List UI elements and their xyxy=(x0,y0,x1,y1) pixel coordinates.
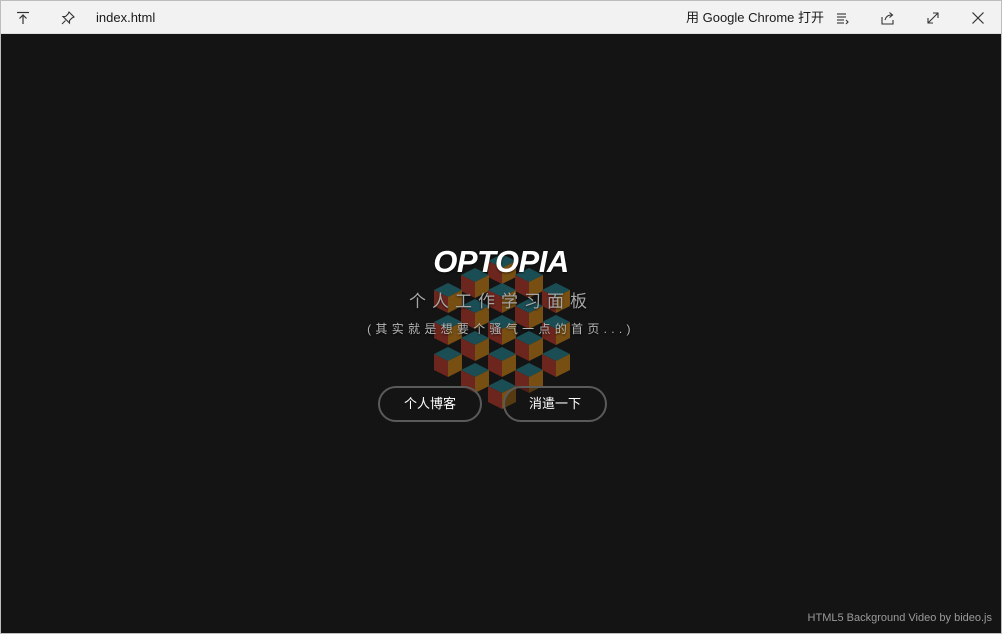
pin-icon[interactable] xyxy=(48,1,88,34)
blog-button[interactable]: 个人博客 xyxy=(378,386,482,422)
site-tagline: (其实就是想要个骚气一点的首页...) xyxy=(367,322,635,336)
title-bar: index.html 用 Google Chrome 打开 xyxy=(1,1,1001,34)
viewer-window: index.html 用 Google Chrome 打开 OPTOPIA 个人… xyxy=(0,0,1002,634)
open-in-chrome-link[interactable]: 用 Google Chrome 打开 xyxy=(686,1,824,34)
expand-icon[interactable] xyxy=(913,1,953,34)
video-credit: HTML5 Background Video by bideo.js xyxy=(807,612,992,624)
pin-top-icon[interactable] xyxy=(3,1,43,34)
site-subtitle: 个人工作学习面板 xyxy=(409,292,593,311)
file-name: index.html xyxy=(96,10,156,25)
fun-button[interactable]: 消遣一下 xyxy=(503,386,607,422)
share-icon[interactable] xyxy=(868,1,908,34)
site-title: OPTOPIA xyxy=(433,244,569,279)
video-page: OPTOPIA 个人工作学习面板 (其实就是想要个骚气一点的首页...) 个人博… xyxy=(1,34,1001,633)
list-icon[interactable] xyxy=(823,1,863,34)
close-icon[interactable] xyxy=(958,1,998,34)
